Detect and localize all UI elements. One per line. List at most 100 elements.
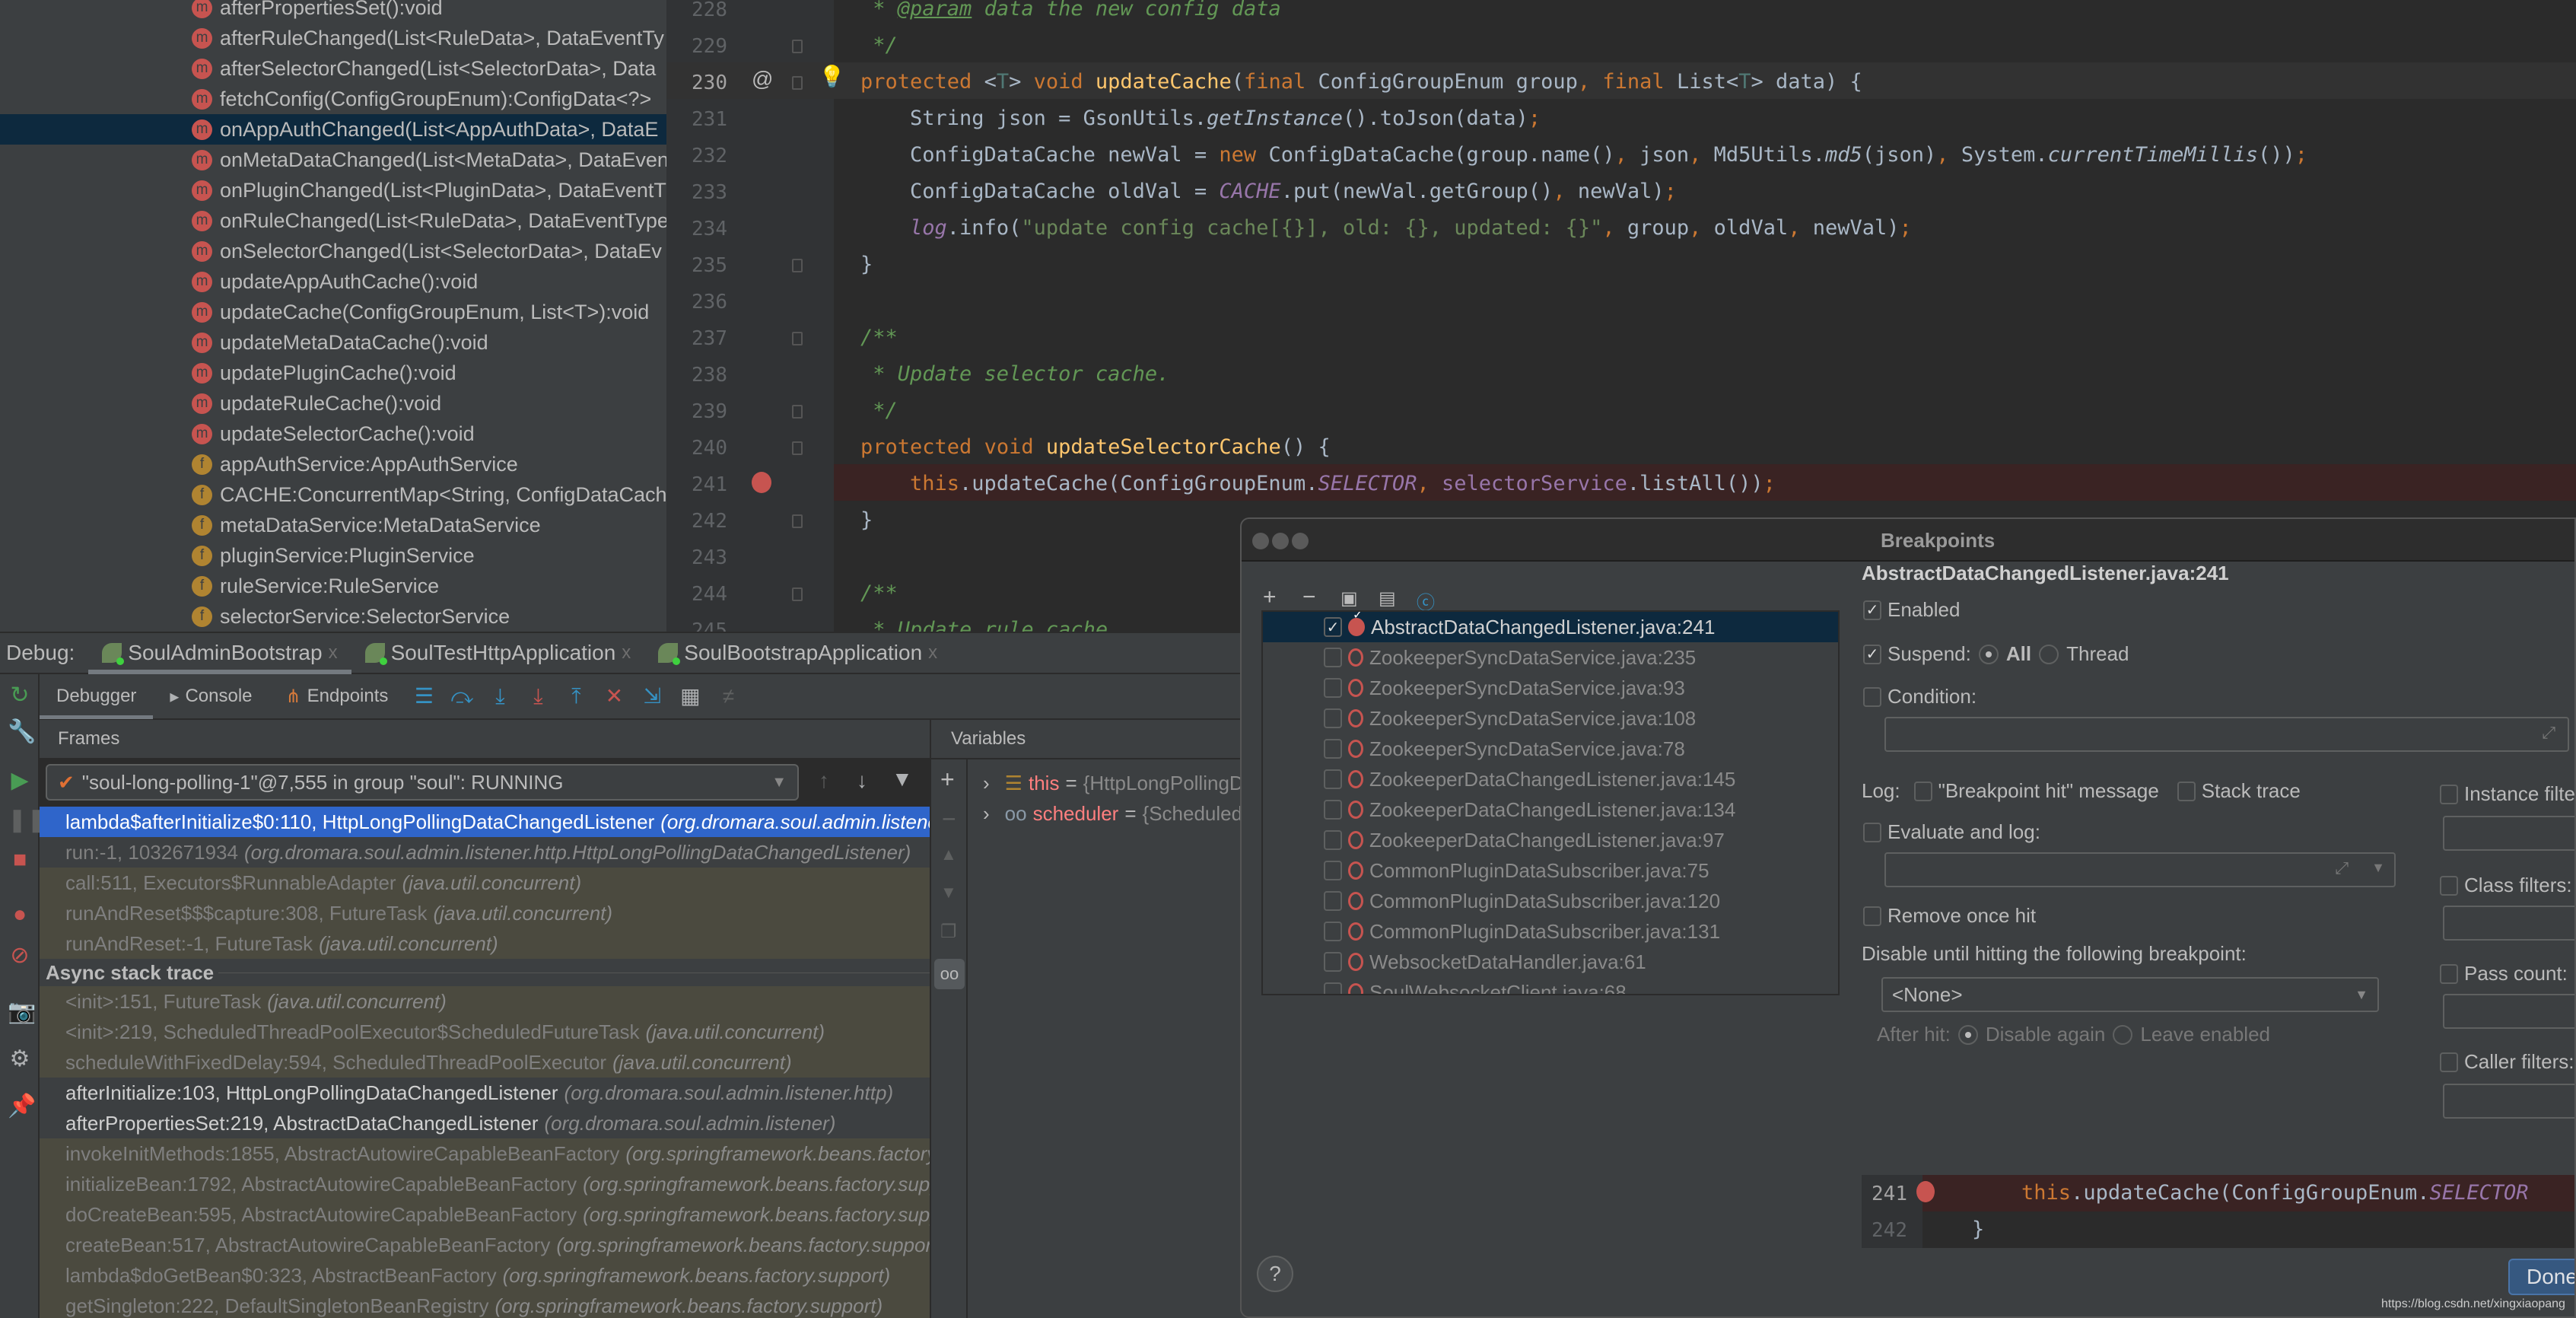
structure-item[interactable]: f ruleService:RuleService bbox=[0, 571, 666, 601]
disable-again-radio[interactable] bbox=[1957, 1024, 1978, 1045]
structure-item[interactable]: f pluginService:PluginService bbox=[0, 540, 666, 571]
minimize-window-button[interactable] bbox=[1272, 533, 1289, 549]
stack-frame[interactable]: scheduleWithFixedDelay:594, ScheduledThr… bbox=[40, 1047, 930, 1078]
suspend-all-radio[interactable] bbox=[1978, 644, 1999, 664]
step-over-icon[interactable]: ⤼ bbox=[449, 683, 475, 709]
caller-filters-checkbox[interactable]: Caller filters: bbox=[2440, 1050, 2574, 1074]
instance-filters-input[interactable] bbox=[2443, 816, 2574, 851]
add-watch-icon[interactable]: + bbox=[940, 766, 955, 794]
drop-frame-icon[interactable]: ✕ bbox=[601, 683, 627, 709]
stack-frame[interactable]: runAndReset$$$capture:308, FutureTask (ja… bbox=[40, 898, 930, 928]
stack-frame[interactable]: doCreateBean:595, AbstractAutowireCapabl… bbox=[40, 1199, 930, 1230]
structure-item[interactable]: f appAuthService:AppAuthService bbox=[0, 449, 666, 479]
structure-item[interactable]: m afterPropertiesSet():void bbox=[0, 0, 666, 23]
settings-wrench-icon[interactable]: 🔧 bbox=[8, 720, 36, 744]
condition-input[interactable]: ⤢ bbox=[1884, 717, 2569, 752]
expand-icon[interactable]: ⤢ bbox=[2335, 858, 2349, 878]
breakpoint-icon[interactable] bbox=[752, 472, 771, 493]
structure-item[interactable]: m updateRuleCache():void bbox=[0, 388, 666, 419]
stack-frame[interactable]: invokeInitMethods:1855, AbstractAutowire… bbox=[40, 1138, 930, 1169]
step-out-icon[interactable]: ⤒ bbox=[563, 683, 589, 709]
thread-selector[interactable]: ✔ "soul-long-polling-1"@7,555 in group "… bbox=[46, 764, 799, 801]
debug-session-tab[interactable]: SoulAdminBootstrap x bbox=[88, 632, 351, 674]
stack-frame[interactable]: afterPropertiesSet:219, AbstractDataChan… bbox=[40, 1108, 930, 1138]
stack-frame[interactable]: <init>:219, ScheduledThreadPoolExecutor$… bbox=[40, 1017, 930, 1047]
tab-endpoints[interactable]: ⋔ Endpoints bbox=[269, 673, 405, 719]
breakpoint-item[interactable]: ZookeeperSyncDataService.java:78 bbox=[1263, 734, 1838, 764]
structure-item[interactable]: m updatePluginCache():void bbox=[0, 358, 666, 388]
condition-checkbox[interactable]: Condition: bbox=[1863, 685, 1977, 708]
disable-until-select[interactable]: <None> ▼ bbox=[1881, 977, 2379, 1012]
frame-down-icon[interactable]: ↓ bbox=[857, 769, 867, 793]
fold-marker-icon[interactable] bbox=[792, 40, 803, 53]
pass-count-input[interactable] bbox=[2443, 994, 2574, 1029]
stack-frame[interactable]: initializeBean:1792, AbstractAutowireCap… bbox=[40, 1169, 930, 1199]
resume-icon[interactable]: ▶ bbox=[8, 769, 32, 793]
chevron-down-icon[interactable]: ▼ bbox=[2371, 860, 2385, 876]
stop-icon[interactable]: ■ bbox=[8, 848, 32, 872]
filter-icon[interactable]: ▼ bbox=[892, 767, 913, 791]
run-to-cursor-icon[interactable]: ⇲ bbox=[639, 683, 665, 709]
breakpoint-checkbox[interactable]: ✓ bbox=[1324, 617, 1342, 637]
lightbulb-icon[interactable]: 💡 bbox=[819, 64, 845, 89]
show-execution-point-icon[interactable]: ☰ bbox=[411, 683, 437, 709]
breakpoint-item[interactable]: CommonPluginDataSubscriber.java:120 bbox=[1263, 886, 1838, 916]
stack-frame[interactable]: createBean:517, AbstractAutowireCapableB… bbox=[40, 1230, 930, 1260]
move-down-icon[interactable]: ▼ bbox=[940, 883, 957, 903]
fold-marker-icon[interactable] bbox=[792, 259, 803, 272]
close-window-button[interactable] bbox=[1252, 533, 1269, 549]
breakpoint-item[interactable]: ✓ AbstractDataChangedListener.java:241 bbox=[1263, 612, 1838, 642]
force-step-into-icon[interactable]: ⤓ bbox=[525, 683, 551, 709]
pause-icon[interactable]: ❚❚ bbox=[8, 808, 46, 833]
breakpoint-item[interactable]: ZookeeperDataChangedListener.java:97 bbox=[1263, 825, 1838, 855]
fold-marker-icon[interactable] bbox=[792, 587, 803, 601]
breakpoint-checkbox[interactable] bbox=[1324, 739, 1342, 759]
help-button[interactable]: ? bbox=[1257, 1256, 1293, 1292]
structure-item[interactable]: f CACHE:ConcurrentMap<String, ConfigDataC… bbox=[0, 479, 666, 510]
pass-count-checkbox[interactable]: Pass count: bbox=[2440, 962, 2568, 985]
structure-item[interactable]: m fetchConfig(ConfigGroupEnum):ConfigData… bbox=[0, 84, 666, 114]
close-icon[interactable]: x bbox=[928, 642, 937, 664]
suspend-checkbox[interactable]: ✓ Suspend: All Thread bbox=[1863, 642, 2129, 666]
camera-icon[interactable]: 📷 bbox=[8, 1000, 36, 1024]
suspend-thread-radio[interactable] bbox=[2039, 644, 2059, 664]
structure-item[interactable]: m updateAppAuthCache():void bbox=[0, 266, 666, 297]
stack-frame[interactable]: getSingleton:222, DefaultSingletonBeanRe… bbox=[40, 1291, 930, 1318]
breakpoint-checkbox[interactable] bbox=[1324, 982, 1342, 994]
stack-frame[interactable]: lambda$doGetBean$0:323, AbstractBeanFact… bbox=[40, 1260, 930, 1291]
breakpoint-checkbox[interactable] bbox=[1324, 708, 1342, 728]
breakpoint-item[interactable]: ZookeeperSyncDataService.java:108 bbox=[1263, 703, 1838, 734]
done-button[interactable]: Done bbox=[2508, 1259, 2574, 1295]
step-into-icon[interactable]: ⤓ bbox=[487, 683, 513, 709]
expand-icon[interactable]: ⤢ bbox=[2542, 723, 2555, 743]
close-icon[interactable]: x bbox=[329, 642, 338, 664]
breakpoint-checkbox[interactable] bbox=[1324, 678, 1342, 698]
debug-session-tab[interactable]: SoulTestHttpApplication x bbox=[351, 632, 645, 674]
structure-item[interactable]: m updateCache(ConfigGroupEnum, List<T>):v… bbox=[0, 297, 666, 327]
fold-marker-icon[interactable] bbox=[792, 514, 803, 528]
stack-frame[interactable]: runAndReset:-1, FutureTask (java.util.con… bbox=[40, 928, 930, 959]
structure-item[interactable]: m afterRuleChanged(List<RuleData>, DataEv… bbox=[0, 23, 666, 53]
gear-icon[interactable]: ⚙ bbox=[8, 1047, 32, 1071]
tab-debugger[interactable]: Debugger bbox=[40, 673, 154, 719]
tab-console[interactable]: ▸ Console bbox=[153, 673, 269, 719]
structure-item[interactable]: f selectorService:SelectorService bbox=[0, 601, 666, 632]
structure-item[interactable]: f metaDataService:MetaDataService bbox=[0, 510, 666, 540]
structure-item[interactable]: m onRuleChanged(List<RuleData>, DataEvent… bbox=[0, 205, 666, 236]
fold-marker-icon[interactable] bbox=[792, 76, 803, 90]
chevron-right-icon[interactable]: › bbox=[983, 772, 990, 795]
breakpoint-checkbox[interactable] bbox=[1324, 800, 1342, 820]
debug-session-tab[interactable]: SoulBootstrapApplication x bbox=[644, 632, 951, 674]
structure-item[interactable]: m updateMetaDataCache():void bbox=[0, 327, 666, 358]
leave-enabled-radio[interactable] bbox=[2113, 1024, 2133, 1045]
breakpoint-item[interactable]: ZookeeperSyncDataService.java:235 bbox=[1263, 642, 1838, 673]
structure-item[interactable]: m updateSelectorCache():void bbox=[0, 419, 666, 449]
fold-marker-icon[interactable] bbox=[792, 332, 803, 345]
fold-marker-icon[interactable] bbox=[792, 441, 803, 455]
chevron-right-icon[interactable]: › bbox=[983, 802, 990, 826]
evaluate-checkbox[interactable]: Evaluate and log: bbox=[1863, 820, 2040, 844]
breakpoint-item[interactable]: CommonPluginDataSubscriber.java:75 bbox=[1263, 855, 1838, 886]
breakpoint-item[interactable]: ZookeeperDataChangedListener.java:145 bbox=[1263, 764, 1838, 794]
override-marker-icon[interactable]: @ bbox=[752, 67, 773, 91]
evaluate-expression-icon[interactable]: ▦ bbox=[677, 683, 703, 709]
